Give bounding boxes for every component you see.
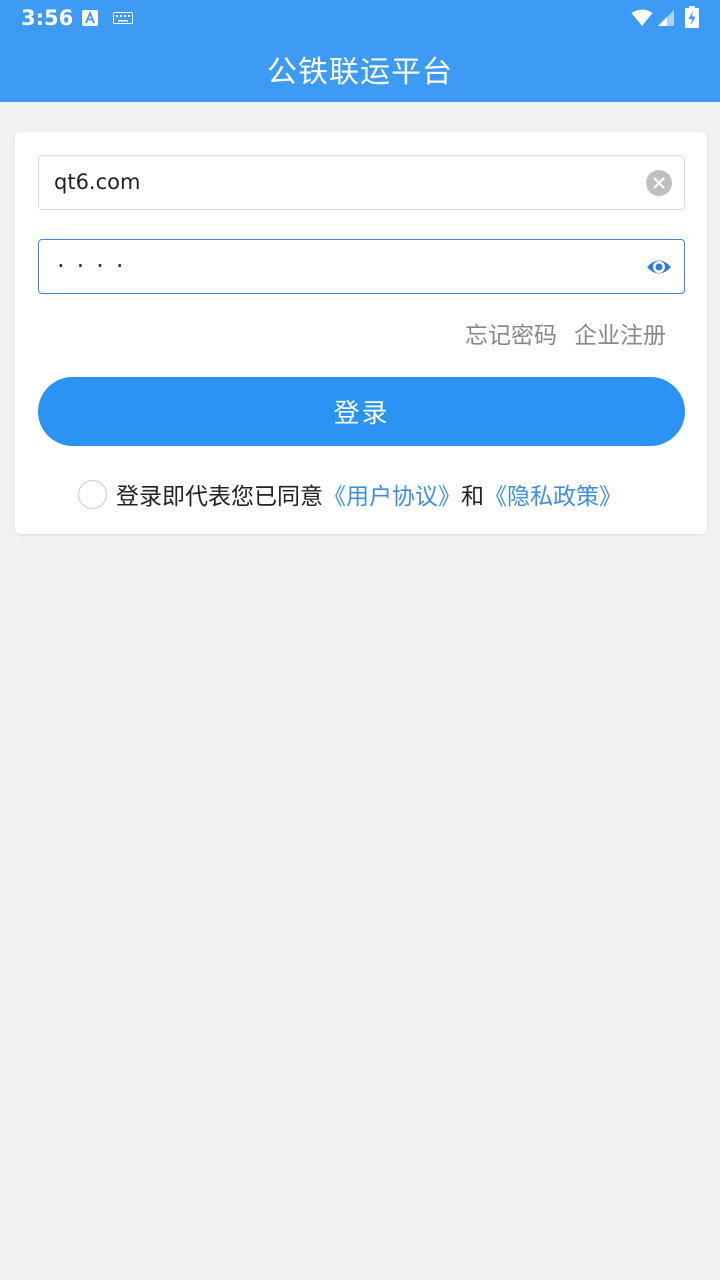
auth-links: 忘记密码 企业注册 <box>465 316 666 350</box>
password-field[interactable]: ···· <box>38 239 685 294</box>
app-bar: 公铁联运平台 <box>0 36 720 102</box>
keyboard-icon <box>113 12 133 24</box>
page-title: 公铁联运平台 <box>267 55 453 90</box>
status-time: 3:56 <box>21 6 74 30</box>
eye-icon[interactable] <box>645 253 673 281</box>
login-card: qt6.com ···· 忘记密码 企业注册 登录 登录即代表您已同意 《用户协… <box>15 132 707 534</box>
user-agreement-link[interactable]: 《用户协议》 <box>323 477 461 511</box>
password-value: ···· <box>57 252 136 280</box>
clear-icon[interactable] <box>646 170 672 196</box>
username-field[interactable]: qt6.com <box>38 155 685 210</box>
username-value: qt6.com <box>54 170 141 194</box>
agreement-and: 和 <box>461 484 484 510</box>
agreement-prefix: 登录即代表您已同意 <box>116 484 323 510</box>
a-badge-icon <box>82 10 98 26</box>
login-button[interactable]: 登录 <box>38 377 685 446</box>
status-bar: 3:56 <box>0 0 720 36</box>
wifi-icon <box>631 9 653 26</box>
company-register-link[interactable]: 企业注册 <box>574 316 666 350</box>
agreement-row: 登录即代表您已同意 《用户协议》 和 《隐私政策》 <box>78 478 622 510</box>
privacy-policy-link[interactable]: 《隐私政策》 <box>484 477 622 511</box>
battery-charging-icon <box>685 6 699 28</box>
forgot-password-link[interactable]: 忘记密码 <box>465 316 557 350</box>
agreement-checkbox[interactable] <box>78 479 107 509</box>
signal-icon <box>658 10 674 26</box>
